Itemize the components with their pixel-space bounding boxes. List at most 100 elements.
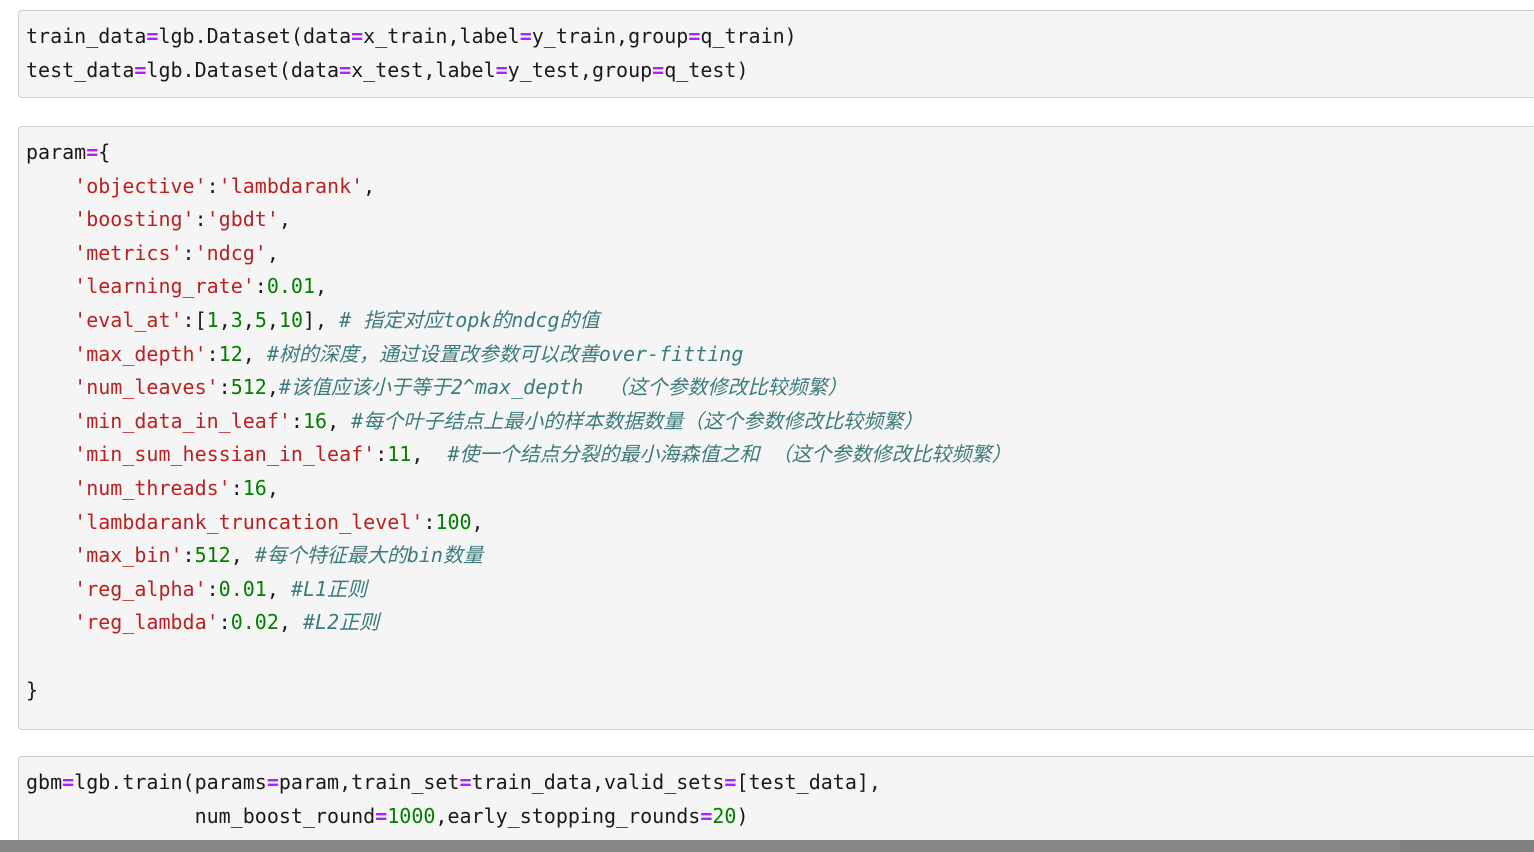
code-token-punc: : xyxy=(254,274,267,299)
code-token-str: 'reg_alpha' xyxy=(74,576,207,601)
code-token-punc: } xyxy=(26,677,39,702)
code-token-op: = xyxy=(519,24,532,48)
code-token-op: = xyxy=(700,803,713,828)
code-token-punc: , xyxy=(471,509,484,534)
code-token-num: 3 xyxy=(230,307,243,332)
code-token-op: = xyxy=(652,57,665,82)
code-token-punc: : xyxy=(182,543,195,568)
code-token-str: 'metrics' xyxy=(74,240,183,265)
code-token-punc: : xyxy=(290,408,303,433)
code-token-plain: y_test,group xyxy=(507,57,653,82)
code-token-num: 0.02 xyxy=(230,610,279,635)
code-token-com: #每个特征最大的bin数量 xyxy=(254,543,483,568)
code-token-num: 16 xyxy=(242,475,267,500)
code-token-op: = xyxy=(62,770,75,794)
code-token-punc: , xyxy=(315,274,328,299)
code-token-num: 20 xyxy=(712,803,737,828)
code-cell-dataset-source[interactable]: train_data=lgb.Dataset(data=x_train,labe… xyxy=(19,20,1534,87)
code-token-punc: , xyxy=(411,442,448,467)
code-token-num: 100 xyxy=(435,509,472,534)
code-cell-dataset[interactable]: train_data=lgb.Dataset(data=x_train,labe… xyxy=(18,10,1534,98)
code-token-num: 0.01 xyxy=(266,274,316,299)
code-token-com: #该值应该小于等于2^max_depth （这个参数修改比较频繁） xyxy=(278,375,848,400)
code-token-punc: , xyxy=(242,341,267,366)
code-token-punc: : xyxy=(206,341,219,366)
code-token-punc: { xyxy=(98,140,111,164)
code-token-plain: x_test,label xyxy=(351,57,496,82)
code-token-plain: param xyxy=(26,140,87,164)
code-token-punc: ], xyxy=(303,307,340,332)
horizontal-scrollbar-thumb[interactable] xyxy=(0,840,1400,852)
code-token-str: 'lambdarank' xyxy=(218,173,364,198)
code-token-com: #L2正则 xyxy=(302,610,380,635)
code-token-punc: : xyxy=(375,442,388,467)
code-token-num: 10 xyxy=(278,307,304,332)
code-token-op: = xyxy=(134,57,147,82)
code-token-plain: train_data,valid_sets xyxy=(471,770,725,794)
code-token-plain: lgb.train(params xyxy=(74,770,267,794)
code-token-plain: x_train,label xyxy=(363,24,520,48)
code-token-plain: lgb.Dataset(data xyxy=(158,24,352,48)
code-token-com: #树的深度，通过设置改参数可以改善over-fitting xyxy=(266,341,744,366)
code-token-str: 'eval_at' xyxy=(74,307,183,332)
code-token-plain: ) xyxy=(736,803,749,828)
code-token-punc: : xyxy=(182,240,195,265)
code-token-punc: , xyxy=(278,610,303,635)
code-token-punc: : xyxy=(206,173,219,198)
code-token-str: 'min_data_in_leaf' xyxy=(74,408,291,433)
code-token-str: 'num_threads' xyxy=(74,475,231,500)
code-token-str: 'max_depth' xyxy=(74,341,207,366)
code-token-op: = xyxy=(86,140,99,164)
code-token-plain: num_boost_round xyxy=(26,803,376,828)
code-token-punc: , xyxy=(266,576,291,601)
code-token-num: 16 xyxy=(302,408,328,433)
code-cell-param[interactable]: param={ 'objective':'lambdarank', 'boost… xyxy=(18,126,1534,730)
code-token-op: = xyxy=(339,57,352,82)
code-cell-train-source[interactable]: gbm=lgb.train(params=param,train_set=tra… xyxy=(19,766,1534,833)
code-token-op: = xyxy=(351,24,364,48)
code-token-num: 11 xyxy=(387,442,412,467)
code-cell-param-source[interactable]: param={ 'objective':'lambdarank', 'boost… xyxy=(19,136,1534,707)
code-token-plain: y_train,group xyxy=(531,24,689,48)
code-token-punc: , xyxy=(218,307,231,332)
code-token-punc: , xyxy=(327,408,352,433)
code-token-punc: : xyxy=(218,610,231,635)
code-token-op: = xyxy=(266,770,279,794)
code-token-plain: ,early_stopping_rounds xyxy=(435,803,701,828)
code-token-str: 'gbdt' xyxy=(206,207,279,232)
code-token-punc: , xyxy=(266,240,279,265)
code-token-num: 0.01 xyxy=(218,576,267,601)
code-token-com: #L1正则 xyxy=(290,576,368,601)
code-token-punc: , xyxy=(266,307,279,332)
code-token-str: 'reg_lambda' xyxy=(74,610,219,635)
code-token-str: 'max_bin' xyxy=(74,543,183,568)
code-token-punc: : xyxy=(206,576,219,601)
code-cell-train[interactable]: gbm=lgb.train(params=param,train_set=tra… xyxy=(18,756,1534,848)
code-token-num: 5 xyxy=(254,307,267,332)
code-token-com: #每个叶子结点上最小的样本数据数量（这个参数修改比较频繁） xyxy=(351,408,924,433)
code-token-com: # 指定对应topk的ndcg的值 xyxy=(339,307,600,332)
code-token-plain: lgb.Dataset(data xyxy=(146,57,340,82)
code-token-op: = xyxy=(688,24,701,48)
code-token-str: 'min_sum_hessian_in_leaf' xyxy=(74,442,376,467)
code-token-str: 'objective' xyxy=(74,173,207,198)
code-token-punc: :[ xyxy=(182,307,207,332)
code-token-op: = xyxy=(146,24,159,48)
code-token-punc: , xyxy=(363,173,376,198)
code-token-num: 1000 xyxy=(387,803,436,828)
horizontal-scrollbar[interactable] xyxy=(0,840,1534,852)
code-token-plain: q_test) xyxy=(664,57,749,82)
code-token-str: 'boosting' xyxy=(74,207,195,232)
code-token-punc: : xyxy=(423,509,436,534)
code-token-punc: , xyxy=(278,207,291,232)
